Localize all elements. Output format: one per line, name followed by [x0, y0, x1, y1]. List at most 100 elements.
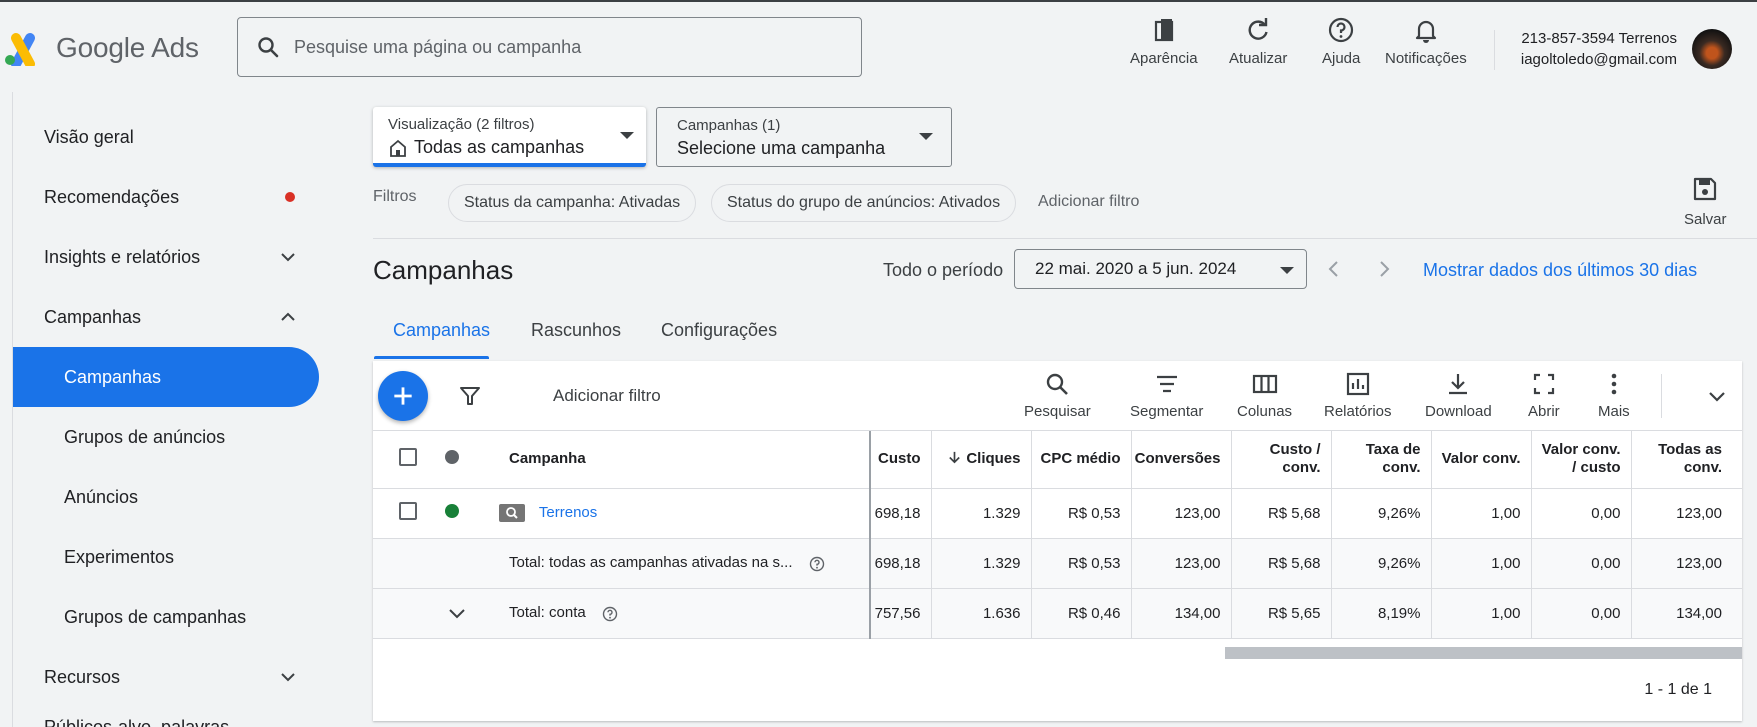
tab-settings[interactable]: Configurações [661, 320, 777, 341]
filter-chip-campaign-status[interactable]: Status da campanha: Ativadas [448, 184, 697, 222]
chevron-down-icon[interactable] [446, 602, 468, 624]
toolbar-divider [1661, 374, 1662, 418]
refresh-icon [1248, 18, 1268, 40]
tab-drafts[interactable]: Rascunhos [531, 320, 621, 341]
table-toolbar: Adicionar filtro Pesquisar Segmentar Col… [373, 361, 1742, 431]
plus-icon [394, 387, 412, 405]
sidebar-item-audiences[interactable]: Públicos-alvo, palavras- [13, 697, 319, 727]
caret-down-icon [919, 133, 933, 140]
sidebar-item-ad-groups[interactable]: Grupos de anúncios [13, 407, 319, 467]
reports-button[interactable]: Relatórios [1324, 371, 1392, 420]
notifications-button[interactable]: Notificações [1385, 16, 1467, 67]
cell-clicks: 1.329 [930, 488, 1031, 539]
total-account-label: Total: conta [509, 604, 586, 622]
refresh-button[interactable]: Atualizar [1229, 16, 1287, 67]
save-icon [1694, 177, 1717, 201]
column-header-cost-per-conv[interactable]: Custo / conv. [1230, 431, 1331, 489]
search-box[interactable] [237, 17, 862, 77]
row-checkbox[interactable] [399, 502, 417, 520]
segment-icon [1156, 375, 1177, 393]
last-30-days-link[interactable]: Mostrar dados dos últimos 30 dias [1423, 260, 1697, 281]
campaign-link[interactable]: Terrenos [539, 504, 597, 521]
column-header-conv-rate[interactable]: Taxa de conv. [1330, 431, 1431, 489]
column-header-all-conv[interactable]: Todas as conv. [1630, 431, 1742, 489]
add-filter-link[interactable]: Adicionar filtro [1038, 193, 1139, 211]
download-button[interactable]: Download [1425, 371, 1492, 420]
alert-dot [285, 192, 295, 202]
sidebar-item-campaign-groups[interactable]: Grupos de campanhas [13, 587, 319, 647]
cell-all-conv: 123,00 [1630, 488, 1742, 539]
chevron-down-icon[interactable] [1705, 384, 1729, 408]
column-header-campaign[interactable]: Campanha [483, 431, 871, 489]
table-row: Terrenos 698,18 1.329 R$ 0,53 123,00 R$ … [373, 488, 1742, 539]
page-title: Campanhas [373, 255, 514, 285]
status-header-icon[interactable] [445, 449, 459, 464]
help-icon[interactable] [809, 556, 825, 572]
search-table-button[interactable]: Pesquisar [1024, 371, 1091, 420]
sidebar-item-overview[interactable]: Visão geral [13, 107, 319, 167]
table-add-filter[interactable]: Adicionar filtro [553, 386, 661, 406]
chevron-left-icon[interactable] [1323, 258, 1345, 280]
help-icon[interactable] [602, 606, 618, 622]
campaigns-table: Campanha Custo Cliques CPC médio Convers… [373, 431, 1742, 639]
status-enabled-dot[interactable] [445, 504, 459, 518]
segment-button[interactable]: Segmentar [1130, 371, 1203, 420]
google-ads-logo[interactable]: Google Ads [2, 30, 199, 66]
cell-conv-value: 1,00 [1430, 488, 1531, 539]
appearance-icon [1154, 19, 1173, 42]
date-range-value: 22 mai. 2020 a 5 jun. 2024 [1035, 259, 1237, 278]
horizontal-scrollbar[interactable] [1225, 647, 1742, 659]
account-info[interactable]: 213-857-3594 Terrenos iagoltoledo@gmail.… [1512, 28, 1677, 70]
reports-icon [1346, 372, 1369, 396]
date-range-selector[interactable]: 22 mai. 2020 a 5 jun. 2024 [1014, 249, 1307, 289]
avatar[interactable] [1692, 29, 1732, 69]
cell-value-per-cost: 0,00 [1530, 488, 1631, 539]
filter-icon[interactable] [458, 384, 482, 408]
campaigns-table-card: Adicionar filtro Pesquisar Segmentar Col… [373, 361, 1742, 721]
column-header-avg-cpc[interactable]: CPC médio [1030, 431, 1131, 489]
expand-fullscreen-button[interactable]: Abrir [1528, 371, 1560, 420]
column-header-conv-value[interactable]: Valor conv. [1430, 431, 1531, 489]
google-ads-logo-icon [5, 33, 35, 66]
total-account-row: Total: conta 757,56 1.636 R$ 0,46 134,00… [373, 588, 1742, 639]
save-button[interactable]: Salvar [1684, 175, 1727, 228]
help-button[interactable]: Ajuda [1322, 16, 1360, 67]
add-campaign-button[interactable] [378, 371, 428, 421]
bell-icon [1415, 20, 1436, 43]
appearance-button[interactable]: Aparência [1130, 16, 1198, 67]
sidebar-item-experiments[interactable]: Experimentos [13, 527, 319, 587]
pagination-info: 1 - 1 de 1 [1644, 681, 1712, 698]
sidebar-item-campaigns[interactable]: Campanhas [13, 347, 319, 407]
campaign-selector-value: Selecione uma campanha [677, 138, 886, 158]
header-divider [1494, 30, 1495, 70]
campaign-selector[interactable]: Campanhas (1) Selecione uma campanha [656, 107, 952, 167]
sidebar-item-insights[interactable]: Insights e relatórios [13, 227, 319, 287]
tab-campaigns[interactable]: Campanhas [393, 320, 490, 341]
sidebar-item-recommendations[interactable]: Recomendações [13, 167, 319, 227]
cell-cost-per-conv: R$ 5,68 [1230, 488, 1331, 539]
view-selector[interactable]: Visualização (2 filtros) Todas as campan… [373, 107, 646, 167]
more-button[interactable]: Mais [1598, 371, 1630, 420]
chevron-down-icon [281, 673, 295, 682]
column-header-cost[interactable]: Custo [870, 431, 931, 489]
divider [373, 238, 1757, 239]
chevron-right-icon[interactable] [1373, 258, 1395, 280]
save-label: Salvar [1684, 211, 1727, 228]
columns-button[interactable]: Colunas [1237, 371, 1292, 420]
account-id: 213-857-3594 Terrenos [1521, 30, 1677, 47]
filter-chip-adgroup-status[interactable]: Status do grupo de anúncios: Ativados [711, 184, 1017, 222]
search-input[interactable] [294, 36, 814, 58]
sidebar-item-ads[interactable]: Anúncios [13, 467, 319, 527]
total-active-row: Total: todas as campanhas ativadas na s.… [373, 538, 1742, 589]
sidebar: Visão geral Recomendações Insights e rel… [12, 92, 322, 727]
search-icon [258, 37, 279, 58]
download-icon [1449, 374, 1468, 395]
sidebar-item-campaigns-group[interactable]: Campanhas [13, 287, 319, 347]
cell-cpc: R$ 0,53 [1030, 488, 1131, 539]
refresh-label: Atualizar [1229, 50, 1288, 67]
select-all-checkbox[interactable] [399, 447, 417, 466]
column-header-conversions[interactable]: Conversões [1130, 431, 1231, 489]
columns-icon [1252, 374, 1277, 394]
column-header-clicks[interactable]: Cliques [930, 431, 1031, 489]
column-header-value-per-cost[interactable]: Valor conv. / custo [1530, 431, 1631, 489]
